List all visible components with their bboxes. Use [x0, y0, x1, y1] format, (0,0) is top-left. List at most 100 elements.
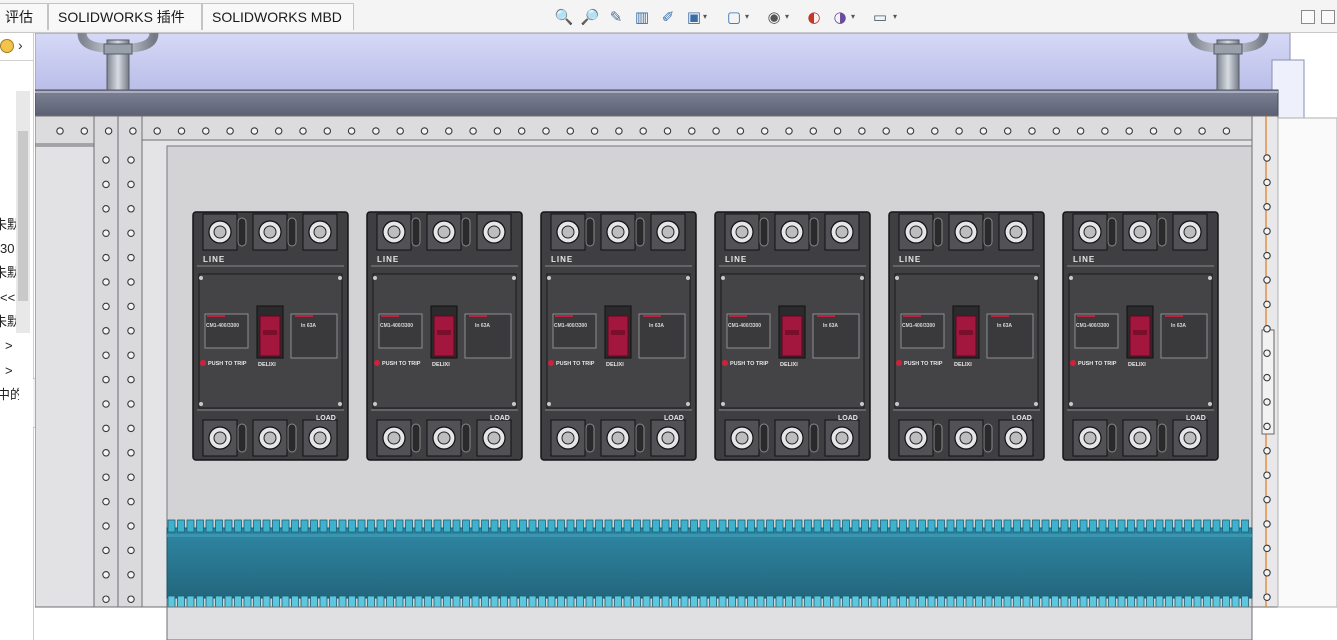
tree-item-text[interactable]: >	[5, 338, 27, 354]
tree-item-text[interactable]: 朱默	[0, 314, 16, 330]
breaker-current-label: In 63A	[997, 323, 1012, 329]
duct-tooth	[500, 595, 508, 609]
rivet-hole	[1263, 569, 1271, 577]
rivet-hole	[127, 229, 135, 237]
duct-tooth	[699, 595, 708, 609]
dropdown-caret-icon[interactable]: ▾	[703, 12, 707, 21]
restore-pane-icon[interactable]	[1301, 10, 1315, 24]
tree-item-text[interactable]: 中的	[0, 387, 19, 403]
duct-tooth	[1108, 595, 1116, 609]
dropdown-caret-icon[interactable]: ▾	[785, 12, 789, 21]
duct-tooth	[243, 595, 252, 609]
trip-button	[896, 360, 902, 366]
face-screw	[686, 402, 690, 406]
view-orientation-icon[interactable]: ▣	[683, 6, 705, 28]
breaker-line-label: LINE	[377, 255, 399, 264]
dropdown-caret-icon[interactable]: ▾	[745, 12, 749, 21]
chevron-right-icon[interactable]: ›	[18, 37, 23, 53]
duct-tooth	[908, 519, 917, 533]
display-style-icon[interactable]: ▢	[723, 6, 745, 28]
duct-tooth	[965, 519, 974, 533]
face-screw	[1034, 402, 1038, 406]
tree-item-text[interactable]: 30	[0, 241, 22, 257]
section-view-icon[interactable]: ▥	[631, 6, 653, 28]
breaker-rating-label: CM1-400/3300	[1076, 323, 1109, 329]
duct-tooth	[661, 595, 670, 609]
duct-tooth	[405, 595, 413, 609]
apply-scene-icon[interactable]: ◑	[829, 6, 851, 28]
face-screw	[338, 402, 342, 406]
duct-tooth	[690, 519, 698, 533]
view-settings-icon[interactable]: ▭	[869, 6, 891, 28]
rivet-hole	[80, 127, 89, 135]
graphics-area[interactable]: LINE LOAD CM1-400/3300 In 63A PUSH TO TRIP DE…	[35, 33, 1337, 640]
dropdown-caret-icon[interactable]: ▾	[893, 12, 897, 21]
breaker-brand-label: DELIXI	[954, 362, 972, 368]
rivet-hole	[882, 127, 890, 135]
rivet-hole	[906, 127, 915, 135]
duct-tooth	[186, 519, 195, 533]
tree-item-text[interactable]: 朱默	[0, 217, 16, 233]
duct-tooth	[547, 519, 556, 533]
tree-item-text[interactable]: 朱默	[0, 265, 16, 281]
zoom-to-fit-icon[interactable]: 🔍	[553, 6, 575, 28]
breaker-push-label: PUSH TO TRIP	[382, 361, 421, 367]
dynamic-annotation-view-icon[interactable]: ✐	[657, 6, 679, 28]
duct-tooth	[889, 519, 898, 533]
rivet-hole	[1101, 127, 1109, 135]
scrollbar-thumb[interactable]	[18, 131, 28, 301]
breaker-brand-label: DELIXI	[780, 362, 798, 368]
rivet-hole	[102, 473, 110, 481]
duct-tooth	[623, 595, 632, 609]
expand-pane-icon[interactable]	[1321, 10, 1335, 24]
duct-tooth	[1079, 519, 1088, 533]
rivet-hole	[102, 497, 110, 506]
duct-tooth	[1203, 595, 1211, 609]
duct-tooth	[585, 595, 594, 609]
rivet-hole	[1263, 154, 1271, 162]
duct-tooth	[1231, 519, 1240, 533]
tree-item-text[interactable]: >	[5, 363, 27, 379]
tree-item-text[interactable]: <<	[0, 290, 22, 306]
duct-tooth	[253, 595, 261, 609]
tab-evaluate[interactable]: 评估	[0, 3, 48, 30]
zoom-to-area-icon[interactable]: 🔎	[579, 6, 601, 28]
breaker-current-label: In 63A	[475, 323, 490, 329]
tab-solidworks-mbd[interactable]: SOLIDWORKS MBD	[202, 3, 354, 30]
duct-tooth	[1041, 595, 1050, 609]
rivet-hole	[858, 127, 866, 135]
rivet-hole	[760, 127, 769, 135]
duct-tooth	[1022, 595, 1031, 609]
duct-tooth	[1212, 519, 1221, 533]
dropdown-caret-icon[interactable]: ▾	[851, 12, 855, 21]
previous-view-icon[interactable]: ✎	[605, 6, 627, 28]
rivet-hole	[1263, 544, 1271, 553]
tab-solidworks-addins[interactable]: SOLIDWORKS 插件	[48, 3, 202, 30]
duct-tooth	[329, 595, 337, 609]
hide-show-items-icon[interactable]: ◉	[763, 6, 785, 28]
duct-tooth	[471, 595, 480, 609]
face-screw	[547, 276, 551, 280]
rivet-hole	[1263, 398, 1271, 406]
duct-tooth	[338, 595, 347, 609]
duct-tooth	[538, 595, 546, 609]
rivet-hole	[102, 229, 110, 237]
duct-tooth	[775, 595, 784, 609]
cabinet-model-view[interactable]: LINE LOAD CM1-400/3300 In 63A PUSH TO TRIP DE…	[35, 33, 1337, 640]
duct-tooth	[1070, 595, 1078, 609]
edit-appearance-icon[interactable]: ◐	[803, 6, 825, 28]
duct-tooth	[614, 519, 622, 533]
duct-tooth	[376, 595, 385, 609]
feature-manager-icon[interactable]	[0, 39, 14, 53]
duct-tooth	[452, 595, 461, 609]
duct-tooth	[1089, 519, 1097, 533]
duct-tooth	[243, 519, 252, 533]
rivet-hole	[1263, 251, 1271, 260]
duct-tooth	[253, 519, 261, 533]
duct-tooth	[899, 519, 907, 533]
duct-tooth	[899, 595, 907, 609]
rivet-hole	[127, 156, 135, 164]
rivet-hole	[1263, 227, 1271, 235]
trip-button	[374, 360, 380, 366]
duct-tooth	[424, 595, 432, 609]
